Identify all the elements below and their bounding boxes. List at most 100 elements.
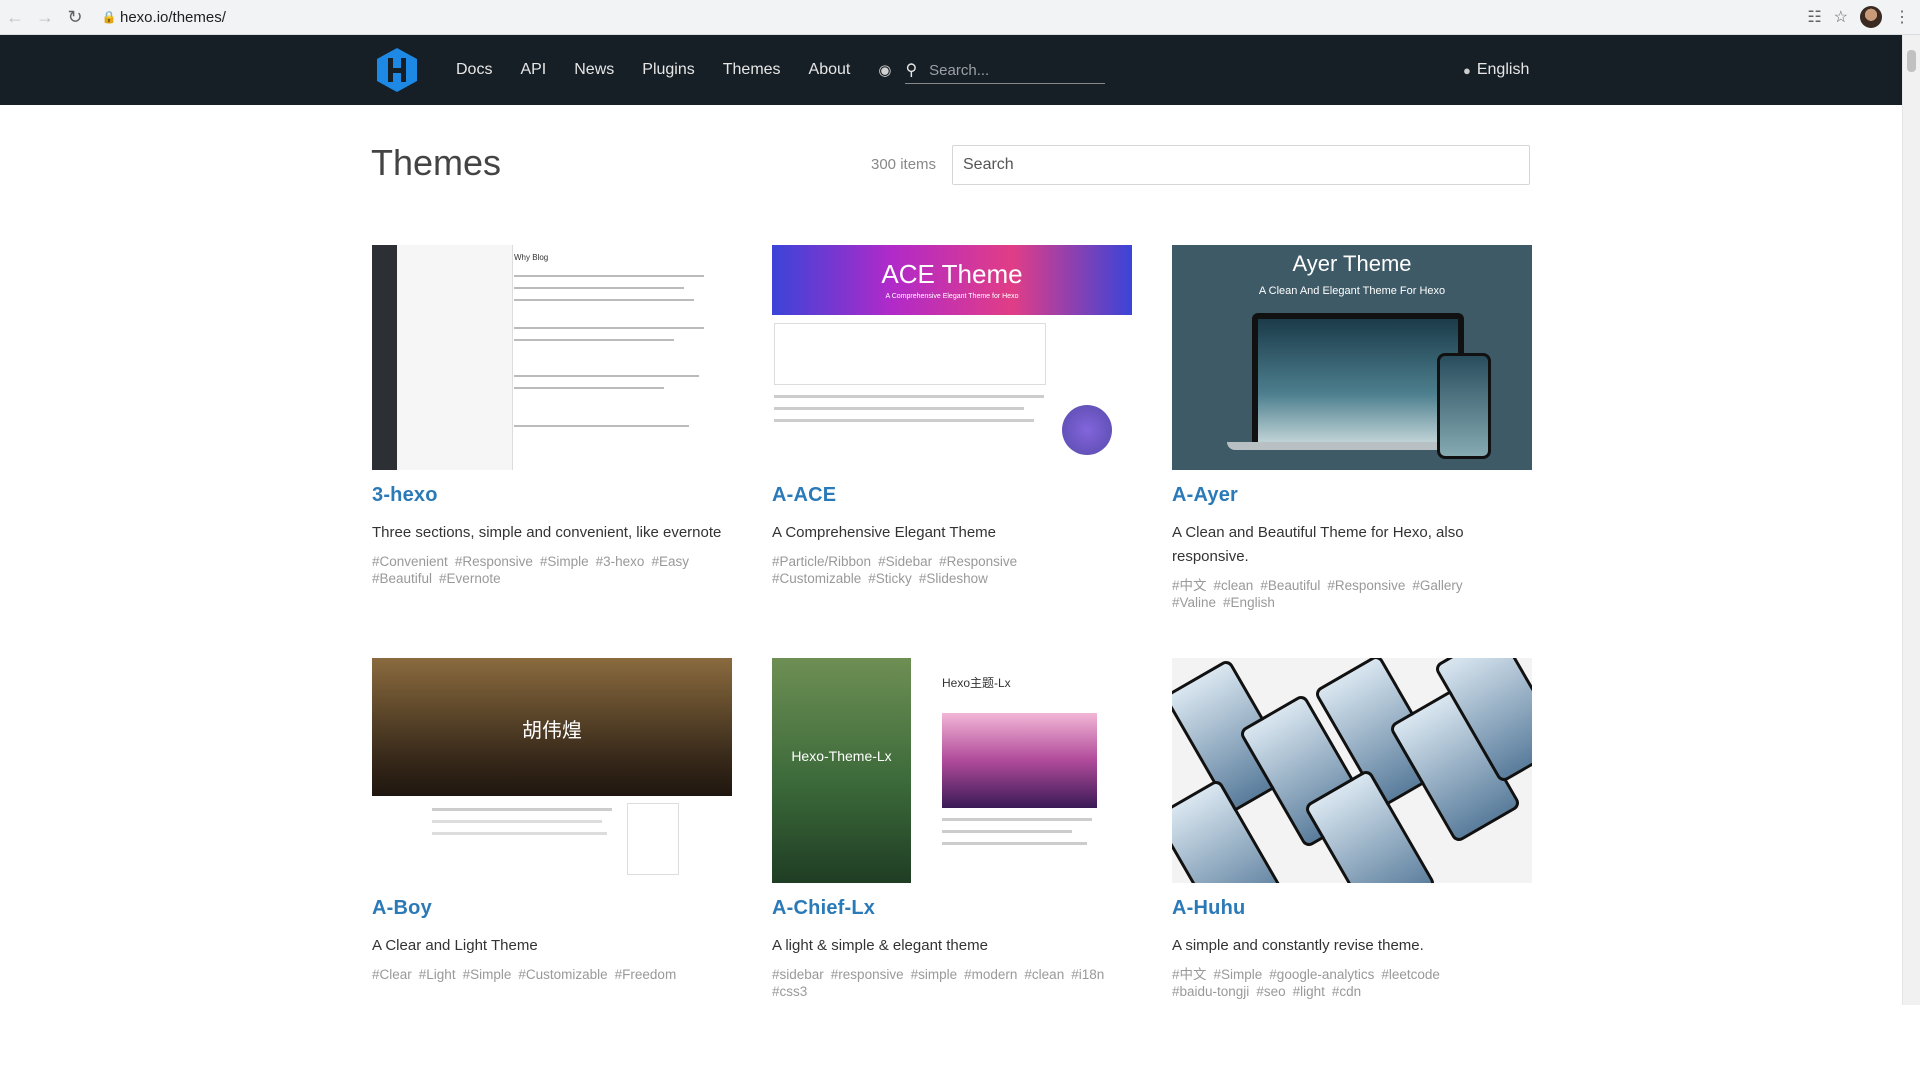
language-label: English: [1476, 61, 1530, 78]
nav-about[interactable]: About: [809, 61, 851, 79]
language-selector[interactable]: ● English: [1463, 35, 1529, 105]
theme-tag[interactable]: #Slideshow: [919, 571, 988, 586]
theme-tag[interactable]: #i18n: [1071, 967, 1104, 982]
nav-search: ⚲: [905, 60, 1106, 84]
thumb-subcaption: A Comprehensive Elegant Theme for Hexo: [885, 293, 1019, 300]
bookmark-star-icon[interactable]: ☆: [1834, 7, 1848, 27]
forward-icon[interactable]: →: [30, 2, 60, 32]
nav-news[interactable]: News: [574, 61, 614, 79]
theme-description: A simple and constantly revise theme.: [1172, 937, 1424, 954]
theme-name-link[interactable]: A-Huhu: [1172, 897, 1532, 920]
thumb-caption: Hexo-Theme-Lx: [791, 748, 892, 764]
theme-tag[interactable]: #responsive: [831, 967, 904, 982]
theme-thumbnail[interactable]: 胡伟煌: [372, 658, 732, 883]
theme-tag[interactable]: #Simple: [540, 554, 589, 569]
nav-search-input[interactable]: [927, 60, 1092, 80]
reload-icon[interactable]: ↻: [60, 2, 90, 32]
nav-themes[interactable]: Themes: [723, 61, 781, 79]
theme-name-link[interactable]: 3-hexo: [372, 484, 732, 507]
theme-tag[interactable]: #Easy: [651, 554, 689, 569]
theme-tag[interactable]: #seo: [1256, 984, 1285, 999]
theme-tag[interactable]: #light: [1293, 984, 1325, 999]
theme-card: Why Blog 3-hexo Three sections, simple a…: [372, 245, 732, 658]
theme-thumbnail[interactable]: [1172, 658, 1532, 883]
theme-tag[interactable]: #Beautiful: [1260, 578, 1320, 593]
theme-tag[interactable]: #Freedom: [615, 967, 677, 982]
address-bar[interactable]: 🔒 hexo.io/themes/: [98, 4, 1836, 30]
lock-icon: 🔒: [101, 10, 117, 24]
search-icon: ⚲: [905, 62, 918, 79]
hexo-logo-icon[interactable]: [376, 47, 418, 93]
nav-docs[interactable]: Docs: [456, 61, 492, 79]
page-title: Themes: [371, 142, 502, 183]
theme-tags: #sidebar #responsive #simple #modern #clean #…: [772, 966, 1132, 1000]
main-nav: Docs API News Plugins Themes About ◉ ⚲: [456, 35, 1106, 105]
site-header: Docs API News Plugins Themes About ◉ ⚲ ●…: [0, 35, 1903, 105]
theme-tag[interactable]: #Convenient: [372, 554, 448, 569]
theme-thumbnail[interactable]: ACE Theme A Comprehensive Elegant Theme …: [772, 245, 1132, 470]
theme-tag[interactable]: #Evernote: [439, 571, 501, 586]
theme-name-link[interactable]: A-ACE: [772, 484, 1132, 507]
theme-name-link[interactable]: A-Ayer: [1172, 484, 1532, 507]
theme-tag[interactable]: #3-hexo: [596, 554, 645, 569]
theme-tag[interactable]: #leetcode: [1381, 967, 1440, 982]
theme-tag[interactable]: #google-analytics: [1269, 967, 1374, 982]
theme-tag[interactable]: #Customizable: [518, 967, 607, 982]
theme-thumbnail[interactable]: Hexo-Theme-Lx Hexo主题-Lx: [772, 658, 1132, 883]
theme-tags: #Convenient #Responsive #Simple #3-hexo #Eas…: [372, 553, 732, 587]
theme-tag[interactable]: #modern: [964, 967, 1017, 982]
theme-name-link[interactable]: A-Chief-Lx: [772, 897, 1132, 920]
theme-tag[interactable]: #sidebar: [772, 967, 824, 982]
theme-card: ACE Theme A Comprehensive Elegant Theme …: [772, 245, 1132, 658]
theme-grid: Why Blog 3-hexo Three sections, simple a…: [372, 245, 1534, 1071]
theme-tag[interactable]: #Sidebar: [878, 554, 932, 569]
theme-tag[interactable]: #Customizable: [772, 571, 861, 586]
theme-tag[interactable]: #Valine: [1172, 595, 1216, 610]
theme-tags: #Particle/Ribbon #Sidebar #Responsive #Cust…: [772, 553, 1132, 587]
nav-plugins[interactable]: Plugins: [642, 61, 694, 79]
theme-tag[interactable]: #css3: [772, 984, 807, 999]
theme-tag[interactable]: #Responsive: [1327, 578, 1405, 593]
theme-card: Hexo-Theme-Lx Hexo主题-Lx A-Chief-Lx A lig…: [772, 658, 1132, 1071]
theme-search-input[interactable]: [952, 145, 1530, 185]
thumb-caption: Why Blog: [514, 253, 549, 262]
page-scrollbar[interactable]: [1902, 35, 1920, 1005]
theme-tag[interactable]: #simple: [911, 967, 958, 982]
theme-tag[interactable]: #中文: [1172, 578, 1207, 593]
theme-tag[interactable]: #Clear: [372, 967, 412, 982]
theme-tag[interactable]: #clean: [1214, 578, 1254, 593]
theme-tag[interactable]: #中文: [1172, 967, 1207, 982]
theme-tag[interactable]: #Light: [419, 967, 456, 982]
translate-icon[interactable]: ☷: [1807, 7, 1821, 27]
thumb-subcaption: A Clean And Elegant Theme For Hexo: [1258, 285, 1446, 297]
back-icon[interactable]: ←: [0, 2, 30, 32]
thumb-caption: ACE Theme: [881, 259, 1023, 289]
thumb-caption: 胡伟煌: [522, 720, 582, 742]
browser-menu-icon[interactable]: ⋮: [1894, 7, 1910, 27]
theme-tag[interactable]: #Beautiful: [372, 571, 432, 586]
theme-tag[interactable]: #cdn: [1332, 984, 1361, 999]
theme-tag[interactable]: #Gallery: [1412, 578, 1462, 593]
profile-avatar[interactable]: [1860, 6, 1882, 28]
theme-description: Three sections, simple and convenient, l…: [372, 524, 722, 541]
theme-tag[interactable]: #baidu-tongji: [1172, 984, 1249, 999]
theme-tag[interactable]: #clean: [1024, 967, 1064, 982]
item-count: 300 items: [871, 156, 937, 173]
theme-tag[interactable]: #Simple: [1214, 967, 1263, 982]
theme-thumbnail[interactable]: Ayer Theme A Clean And Elegant Theme For…: [1172, 245, 1532, 470]
nav-api[interactable]: API: [520, 61, 546, 79]
theme-tag[interactable]: #English: [1223, 595, 1275, 610]
theme-description: A light & simple & elegant theme: [772, 937, 988, 954]
theme-thumbnail[interactable]: Why Blog: [372, 245, 732, 470]
theme-tags: #中文 #Simple #google-analytics #leetcode #bai…: [1172, 966, 1532, 1000]
theme-tag[interactable]: #Simple: [463, 967, 512, 982]
github-icon[interactable]: ◉: [878, 61, 891, 79]
theme-tag[interactable]: #Responsive: [939, 554, 1017, 569]
globe-icon: ●: [1463, 62, 1471, 78]
thumb-subcaption: Hexo主题-Lx: [942, 676, 1011, 690]
thumb-caption: Ayer Theme: [1292, 251, 1412, 276]
theme-tag[interactable]: #Responsive: [455, 554, 533, 569]
theme-name-link[interactable]: A-Boy: [372, 897, 732, 920]
theme-tag[interactable]: #Sticky: [868, 571, 912, 586]
theme-tag[interactable]: #Particle/Ribbon: [772, 554, 871, 569]
